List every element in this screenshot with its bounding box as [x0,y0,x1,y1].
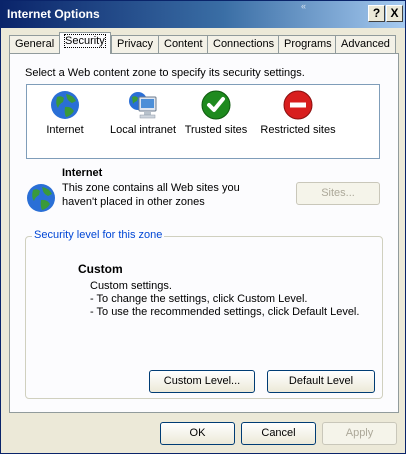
zone-description-line-1: This zone contains all Web sites you [62,182,240,194]
title-bar[interactable]: Internet Options « ? X [1,1,405,28]
security-level-line-1: Custom settings. [90,280,172,292]
globe-icon [27,184,55,212]
cancel-button[interactable]: Cancel [241,422,316,445]
tab-connections[interactable]: Connections [207,35,281,53]
intranet-computer-icon [129,92,157,119]
selected-zone-name: Internet [62,167,103,179]
apply-button[interactable]: Apply [322,422,397,445]
security-level-group-title: Security level for this zone [32,229,165,241]
close-button[interactable]: X [386,5,403,22]
zone-restricted-sites-label: Restricted sites [260,124,336,136]
internet-options-window: Internet Options « ? X General Security … [0,0,406,454]
no-entry-icon [283,90,313,120]
security-level-line-2: - To change the settings, click Custom L… [90,293,308,305]
custom-level-button[interactable]: Custom Level... [149,370,255,393]
sites-button[interactable]: Sites... [296,182,380,205]
zone-internet[interactable]: Internet [23,89,107,137]
tab-security-label: Security [64,34,106,48]
zone-description-line-2: haven't placed in other zones [62,196,205,208]
zone-local-intranet[interactable]: Local intranet [101,89,185,137]
zone-restricted-sites[interactable]: Restricted sites [256,89,340,137]
zone-trusted-sites[interactable]: Trusted sites [174,89,258,137]
ok-button[interactable]: OK [160,422,235,445]
zone-internet-label: Internet [46,124,84,136]
security-level-line-3: - To use the recommended settings, click… [90,306,360,318]
window-title: Internet Options [7,7,100,21]
tab-programs[interactable]: Programs [278,35,338,53]
zone-trusted-sites-label: Trusted sites [184,124,248,136]
security-level-name: Custom [78,262,123,276]
zone-local-intranet-label: Local intranet [109,124,177,136]
checkmark-icon [201,90,231,120]
security-level-group: Security level for this zone Custom Cust… [25,229,383,399]
globe-icon [51,91,79,119]
zone-list: Internet Local intranet Trusted sites Re… [26,84,380,159]
help-button[interactable]: ? [368,5,385,22]
tab-security[interactable]: Security [59,32,111,54]
default-level-button[interactable]: Default Level [267,370,375,393]
title-bar-decoration: « [301,1,308,11]
zone-prompt: Select a Web content zone to specify its… [25,67,305,79]
tab-content[interactable]: Content [158,35,209,53]
tab-advanced[interactable]: Advanced [335,35,396,53]
tab-general[interactable]: General [9,35,61,53]
security-tab-panel: Select a Web content zone to specify its… [9,53,399,413]
tab-privacy[interactable]: Privacy [111,35,160,53]
